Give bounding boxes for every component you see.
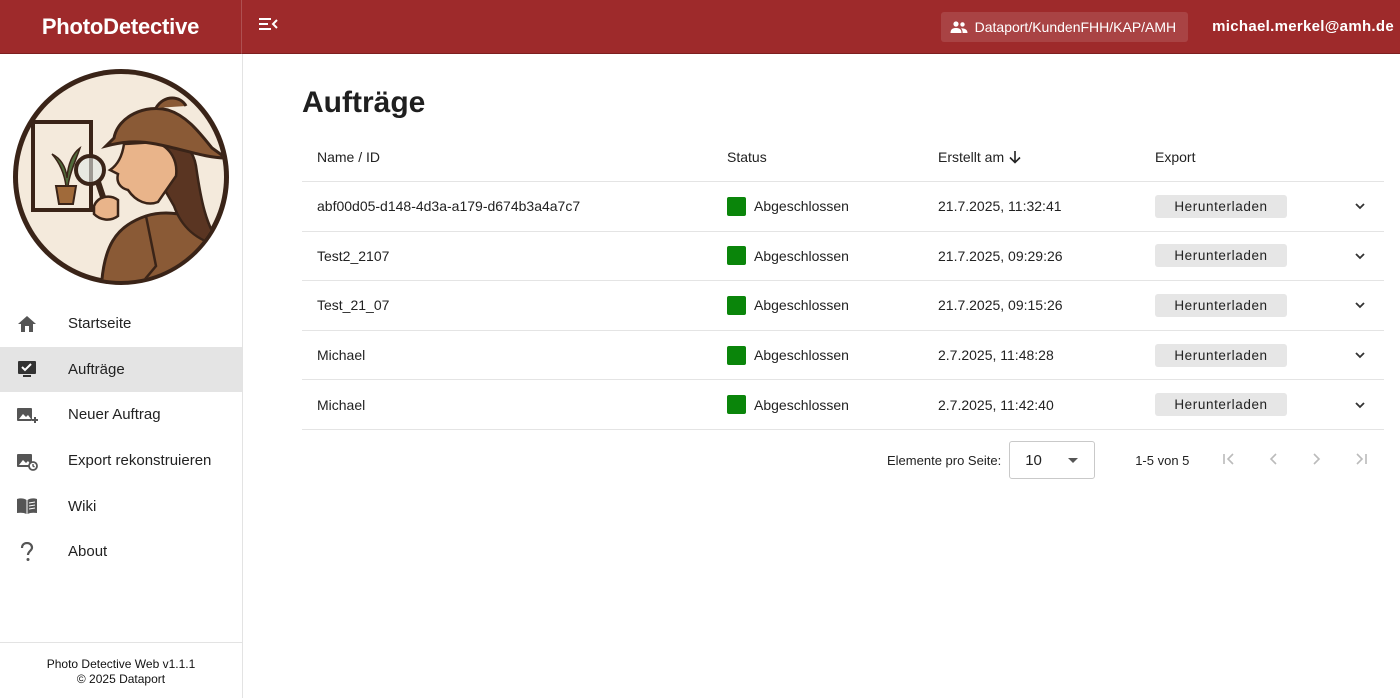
page-title: Aufträge	[302, 86, 426, 119]
download-button[interactable]: Herunterladen	[1155, 194, 1287, 218]
last-page-button[interactable]	[1339, 440, 1383, 480]
chevron-down-icon[interactable]	[1348, 393, 1372, 417]
status-label: Abgeschlossen	[754, 198, 849, 215]
chevron-down-icon[interactable]	[1348, 194, 1372, 218]
sidebar-nav: Startseite Aufträge Neuer Auftrag Export…	[0, 301, 242, 575]
page-range: 1-5 von 5	[1135, 452, 1190, 468]
created-date: 21.7.2025, 11:32:41	[938, 198, 1062, 215]
sidebar-item-label: Neuer Auftrag	[68, 406, 161, 424]
column-header-name[interactable]: Name / ID	[302, 149, 727, 165]
table-row[interactable]: Test2_2107 Abgeschlossen 21.7.2025, 09:2…	[302, 232, 1384, 282]
sidebar-item-label: Export rekonstruieren	[68, 452, 212, 470]
download-button[interactable]: Herunterladen	[1155, 393, 1287, 417]
sidebar-item-about[interactable]: About	[0, 529, 242, 575]
group-icon	[947, 15, 971, 39]
chevron-left-icon	[1268, 452, 1278, 469]
sidebar-item-label: About	[68, 543, 108, 561]
orders-icon	[14, 357, 40, 381]
status-indicator	[727, 395, 746, 415]
order-name: Michael	[317, 347, 366, 364]
sidebar-item-label: Wiki	[68, 497, 97, 515]
sidebar-item-startseite[interactable]: Startseite	[0, 301, 242, 347]
column-header-status[interactable]: Status	[727, 149, 938, 165]
menu-collapse-button[interactable]	[242, 0, 296, 54]
user-email[interactable]: michael.merkel@amh.de	[1212, 18, 1394, 35]
table-row[interactable]: Test_21_07 Abgeschlossen 21.7.2025, 09:1…	[302, 281, 1384, 331]
chevron-down-icon[interactable]	[1348, 293, 1372, 317]
sidebar-item-label: Aufträge	[68, 360, 125, 378]
page-size-label: Elemente pro Seite:	[887, 452, 1002, 468]
table-row[interactable]: abf00d05-d148-4d3a-a179-d674b3a4a7c7 Abg…	[302, 182, 1384, 232]
column-header-created[interactable]: Erstellt am	[938, 149, 1155, 165]
paginator: Elemente pro Seite: 10 1-5 von 5	[302, 440, 1384, 480]
order-name: Michael	[317, 396, 366, 413]
status-indicator	[727, 246, 746, 266]
sidebar-item-auftraege[interactable]: Aufträge	[0, 346, 242, 393]
table-row[interactable]: Michael Abgeschlossen 2.7.2025, 11:42:40…	[302, 380, 1384, 430]
last-page-icon	[1354, 452, 1368, 469]
status-label: Abgeschlossen	[754, 297, 849, 314]
first-page-button[interactable]	[1207, 440, 1251, 480]
menu-collapse-icon	[259, 17, 279, 36]
created-date: 2.7.2025, 11:42:40	[938, 396, 1054, 413]
brand-title[interactable]: PhotoDetective	[0, 0, 242, 54]
download-button[interactable]: Herunterladen	[1155, 244, 1287, 268]
sidebar-item-wiki[interactable]: Wiki	[0, 483, 242, 529]
tenant-label: Dataport/KundenFHH/KAP/AMH	[974, 18, 1177, 35]
orders-table: Name / ID Status Erstellt am Export abf0…	[302, 132, 1384, 430]
status-label: Abgeschlossen	[754, 347, 849, 364]
arrow-down-icon	[1008, 150, 1022, 164]
add-photo-icon	[14, 403, 40, 427]
column-header-export: Export	[1155, 148, 1196, 165]
chevron-down-icon[interactable]	[1348, 244, 1372, 268]
home-icon	[14, 312, 40, 336]
status-indicator	[727, 295, 746, 315]
chevron-right-icon	[1312, 452, 1322, 469]
table-row[interactable]: Michael Abgeschlossen 2.7.2025, 11:48:28…	[302, 331, 1384, 381]
sidebar: Startseite Aufträge Neuer Auftrag Export…	[0, 54, 243, 698]
download-button[interactable]: Herunterladen	[1155, 293, 1287, 317]
previous-page-button[interactable]	[1251, 440, 1295, 480]
created-date: 2.7.2025, 11:48:28	[938, 347, 1054, 364]
created-date: 21.7.2025, 09:15:26	[938, 297, 1063, 314]
status-label: Abgeschlossen	[754, 247, 849, 264]
order-name: abf00d05-d148-4d3a-a179-d674b3a4a7c7	[317, 198, 581, 215]
photo-restore-icon	[14, 449, 40, 473]
status-label: Abgeschlossen	[754, 396, 849, 413]
order-name: Test2_2107	[317, 247, 390, 264]
page-size-select[interactable]: 10	[1009, 441, 1096, 479]
sidebar-item-export-rekonstruieren[interactable]: Export rekonstruieren	[0, 438, 242, 484]
chevron-down-icon[interactable]	[1348, 343, 1372, 367]
sidebar-item-neuer-auftrag[interactable]: Neuer Auftrag	[0, 392, 242, 438]
table-header: Name / ID Status Erstellt am Export	[302, 132, 1384, 182]
status-indicator	[727, 196, 746, 216]
question-icon	[14, 540, 40, 564]
order-name: Test_21_07	[317, 297, 390, 314]
sidebar-item-label: Startseite	[68, 315, 132, 333]
column-header-created-label: Erstellt am	[938, 148, 1005, 165]
tenant-selector[interactable]: Dataport/KundenFHH/KAP/AMH	[940, 11, 1189, 42]
status-indicator	[727, 345, 746, 365]
copyright: © 2025 Dataport	[76, 672, 166, 686]
book-icon	[14, 494, 40, 518]
first-page-icon	[1222, 452, 1236, 469]
app-version: Photo Detective Web v1.1.1	[46, 657, 196, 671]
app-header: PhotoDetective Dataport/KundenFHH/KAP/AM…	[0, 0, 1400, 54]
created-date: 21.7.2025, 09:29:26	[938, 247, 1063, 264]
next-page-button[interactable]	[1295, 440, 1339, 480]
download-button[interactable]: Herunterladen	[1155, 343, 1287, 367]
caret-down-icon	[1068, 458, 1079, 463]
detective-logo	[6, 66, 236, 288]
sidebar-footer: Photo Detective Web v1.1.1 © 2025 Datapo…	[0, 642, 242, 698]
page-size-value: 10	[1025, 451, 1042, 469]
